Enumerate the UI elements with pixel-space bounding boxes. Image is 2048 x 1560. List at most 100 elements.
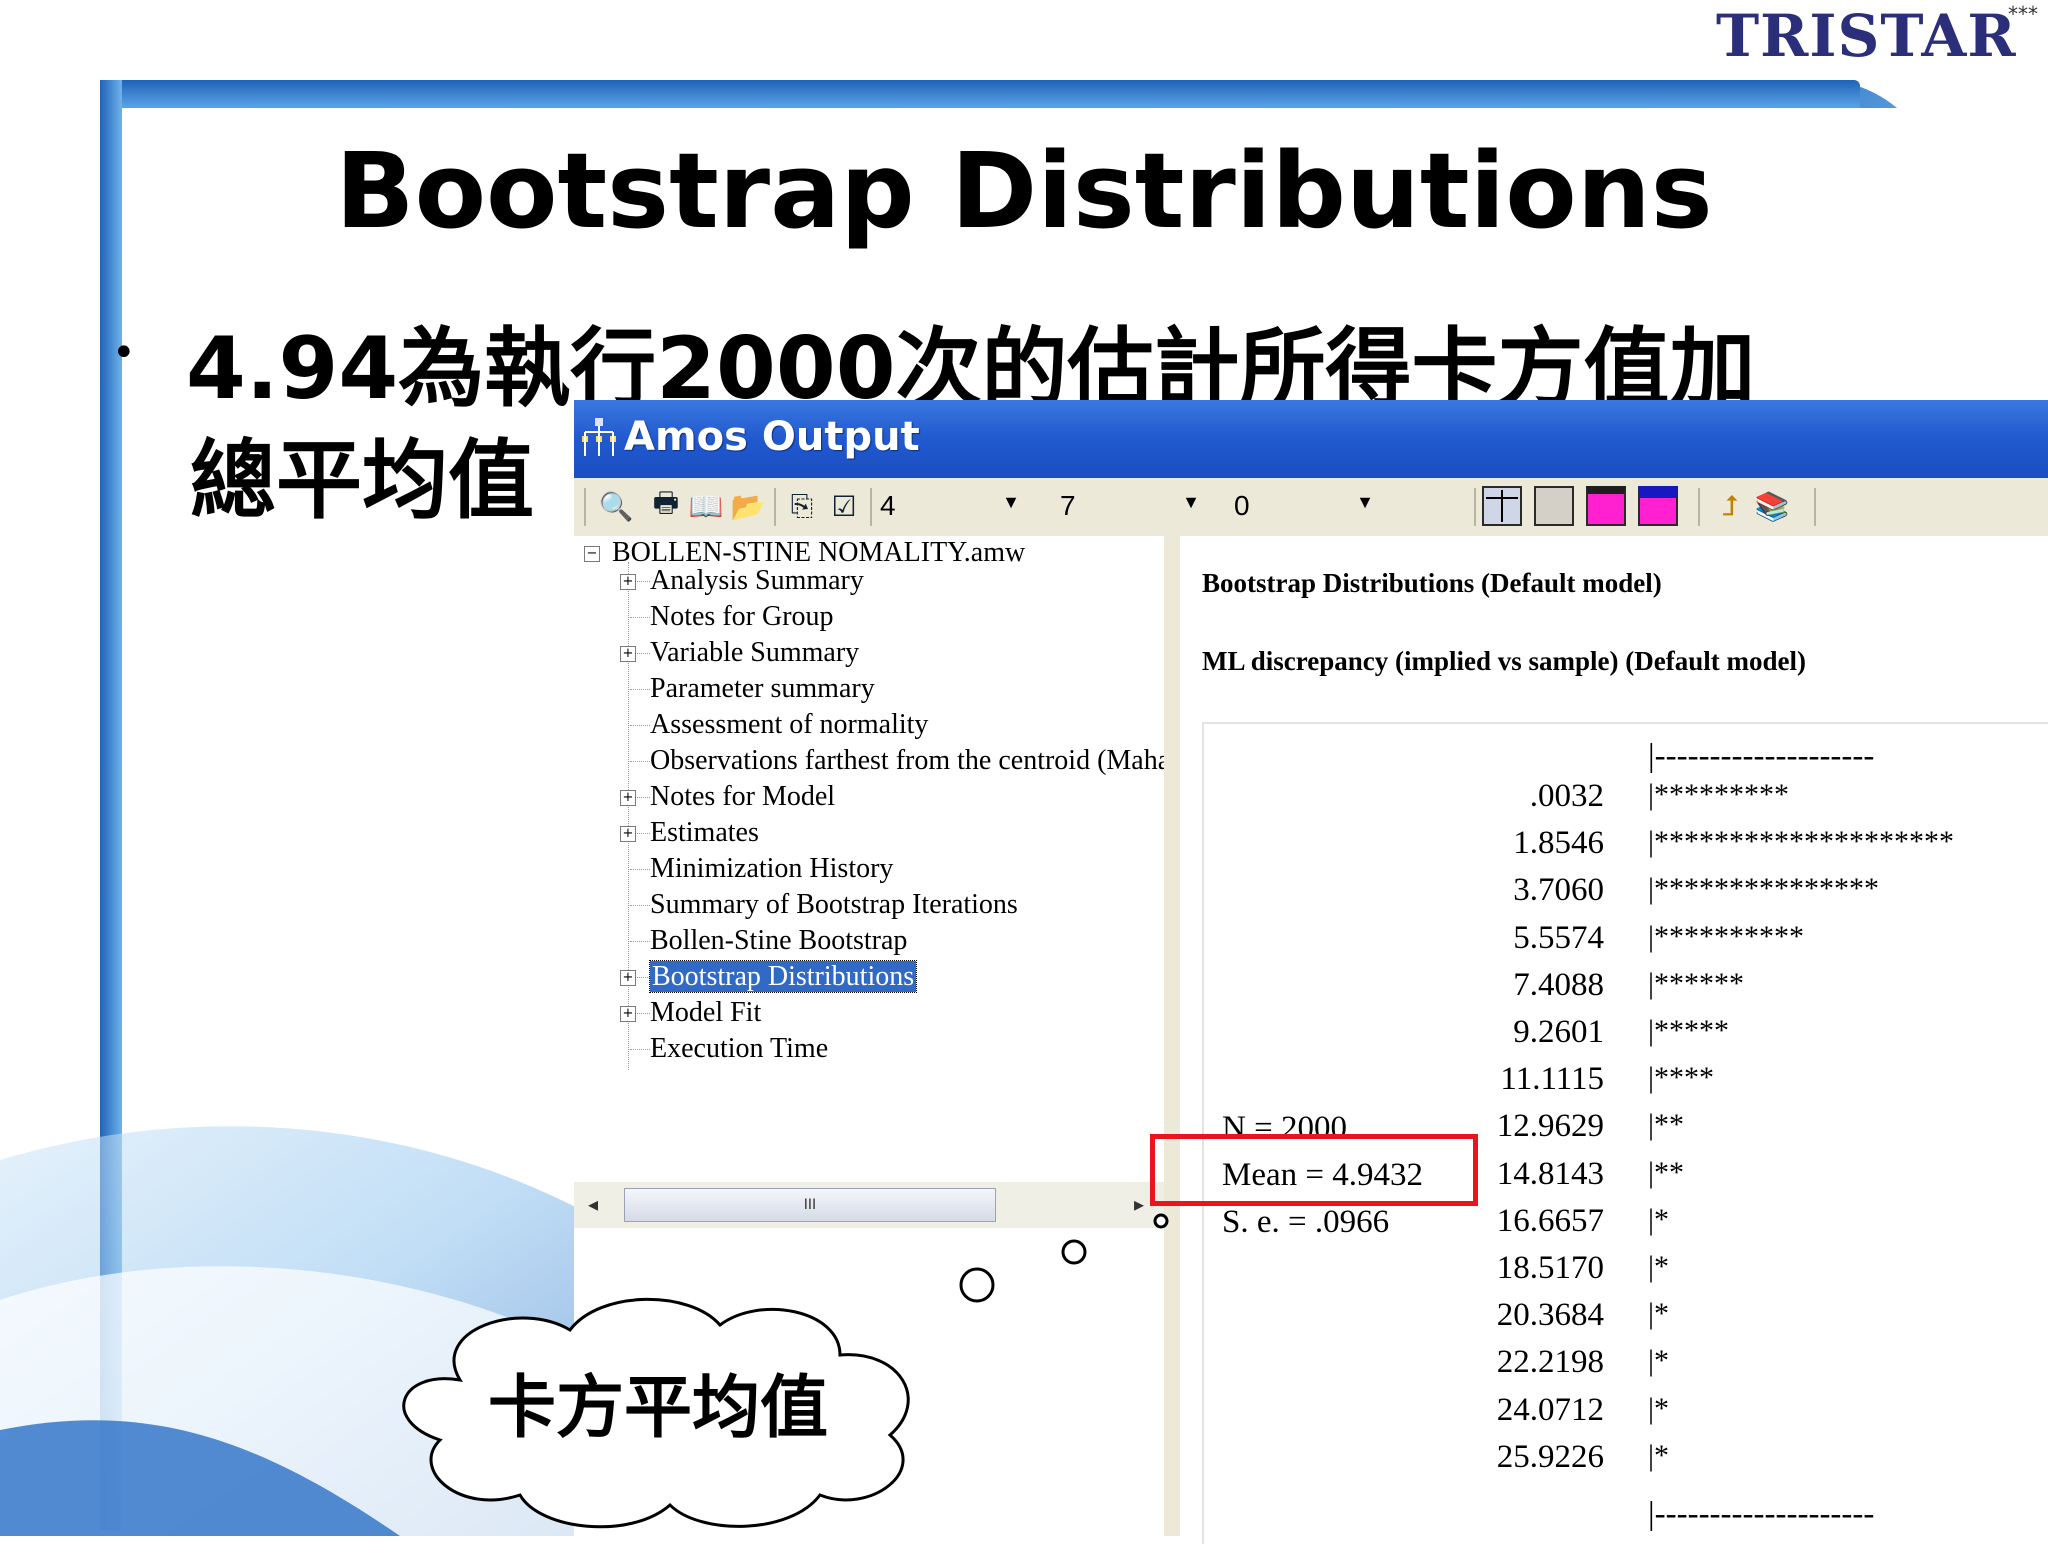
expand-icon[interactable]: + [620, 1006, 636, 1022]
combo-2-value: 7 [1060, 490, 1076, 521]
bullet-icon: • [112, 330, 136, 376]
output-tree: − BOLLEN-STINE NOMALITY.amw + Analysis Su… [574, 536, 1164, 1226]
tree-item[interactable]: Observations farthest from the centroid … [650, 744, 1164, 778]
tree-item[interactable]: Analysis Summary [650, 564, 864, 598]
bin-value: 25.9226 [1496, 1439, 1604, 1475]
tree-connector [630, 1049, 650, 1050]
slide-frame-top [100, 80, 1860, 108]
decimal-combo-1[interactable]: 4 ▼ [880, 486, 1020, 526]
toolbar-separator [774, 488, 776, 526]
panel-splitter[interactable] [1164, 536, 1180, 1536]
tree-item-label: Summary of Bootstrap Iterations [650, 889, 1018, 920]
chevron-down-icon[interactable]: ▼ [1182, 492, 1200, 513]
tree-item-label: Estimates [650, 817, 759, 848]
chevron-down-icon[interactable]: ▼ [1356, 492, 1374, 513]
tree-connector [630, 725, 650, 726]
tree-item-label: Observations farthest from the centroid … [650, 745, 1164, 776]
bin-bar: |* [1648, 1344, 1670, 1377]
expand-icon[interactable]: + [620, 970, 636, 986]
expand-icon[interactable]: + [620, 646, 636, 662]
expand-icon[interactable]: + [620, 574, 636, 590]
histogram-bottom-rule: |-------------------- [1648, 1496, 1875, 1532]
bin-value: 12.9629 [1496, 1108, 1604, 1144]
bin-bar: |** [1648, 1108, 1685, 1141]
toolbar-separator [1814, 488, 1816, 526]
expand-icon[interactable]: + [620, 826, 636, 842]
up-arrow-icon[interactable]: ⮥ [1712, 488, 1748, 524]
tristar-logo: TRISTAR [1716, 2, 2017, 70]
tree-connector [628, 562, 629, 1070]
open-folder-icon[interactable]: 📂 [730, 488, 766, 524]
bin-value: 1.8546 [1513, 825, 1604, 861]
tree-item[interactable]: Variable Summary [650, 636, 859, 670]
tree-item[interactable]: Model Fit [650, 996, 761, 1030]
tree-item[interactable]: Notes for Group [650, 600, 834, 634]
tree-connector [630, 941, 650, 942]
magenta-blue-table-icon[interactable] [1638, 486, 1678, 526]
scroll-thumb[interactable]: III [624, 1188, 996, 1222]
print-preview-icon[interactable]: 🔍 [598, 488, 634, 524]
tree-item[interactable]: Estimates [650, 816, 759, 850]
bin-bar: |*************** [1648, 872, 1880, 905]
combo-3-value: 0 [1234, 490, 1250, 521]
bin-value: .0032 [1529, 778, 1604, 814]
thought-bubbles [959, 1213, 1169, 1303]
print-icon[interactable]: 🖶 [648, 486, 684, 524]
toolbar-separator [870, 488, 872, 526]
tree-item[interactable]: Summary of Bootstrap Iterations [650, 888, 1018, 922]
decimal-combo-2[interactable]: 7 ▼ [1060, 486, 1200, 526]
bin-bar: |****** [1648, 967, 1745, 1000]
amos-tree-icon [582, 418, 616, 456]
output-panel: Bootstrap Distributions (Default model) … [1180, 536, 2048, 1544]
magenta-table-icon[interactable] [1586, 486, 1626, 526]
logo-text: TRISTAR [1716, 2, 2017, 70]
collapse-icon[interactable]: − [584, 546, 600, 562]
scroll-grip: III [803, 1197, 817, 1213]
tree-item[interactable]: Bollen-Stine Bootstrap [650, 924, 907, 958]
tree-item[interactable]: Notes for Model [650, 780, 835, 814]
chevron-down-icon[interactable]: ▼ [1002, 492, 1020, 513]
book-icon[interactable]: 📖 [688, 488, 724, 524]
tree-item-label: Notes for Model [650, 781, 836, 812]
callout-text: 卡方平均值 [488, 1369, 829, 1448]
tree-item[interactable]: Bootstrap Distributions [648, 960, 918, 994]
bin-bar: |********** [1648, 920, 1805, 953]
toolbar: 🔍 🖶 📖 📂 ⎘ ☑ 4 ▼ 7 ▼ 0 ▼ ⮥ 📚 [574, 478, 2048, 537]
output-subheading: ML discrepancy (implied vs sample) (Defa… [1202, 646, 1806, 676]
decimal-combo-3[interactable]: 0 ▼ [1234, 486, 1374, 526]
toolbar-separator [1474, 488, 1476, 526]
bin-bar: |* [1648, 1297, 1670, 1330]
bin-bar: |* [1648, 1439, 1670, 1472]
help-book-icon[interactable]: 📚 [1754, 488, 1790, 524]
bin-value: 14.8143 [1496, 1156, 1604, 1192]
check-icon[interactable]: ☑ [826, 488, 862, 524]
window-title: Amos Output [624, 414, 920, 460]
window-titlebar[interactable]: Amos Output [574, 400, 2048, 478]
mean-highlight-box [1150, 1134, 1478, 1206]
toolbar-separator [1698, 488, 1700, 526]
bin-bar: |***** [1648, 1014, 1730, 1047]
tree-item[interactable]: Minimization History [650, 852, 893, 886]
bin-value: 3.7060 [1513, 872, 1604, 908]
bin-bar: |* [1648, 1392, 1670, 1425]
expand-icon[interactable]: + [620, 790, 636, 806]
tree-item[interactable]: Parameter summary [650, 672, 875, 706]
grid-square-icon[interactable] [1534, 486, 1574, 526]
tree-connector [630, 689, 650, 690]
bin-value: 20.3684 [1496, 1297, 1604, 1333]
tree-connector [630, 869, 650, 870]
bin-value: 11.1115 [1500, 1061, 1604, 1097]
tree-item-label: Minimization History [650, 853, 894, 884]
scroll-left-icon[interactable]: ◂ [588, 1192, 598, 1216]
tree-item-label: Analysis Summary [650, 565, 864, 596]
tree-item-label: Notes for Group [650, 601, 834, 632]
tree-item[interactable]: Execution Time [650, 1032, 828, 1066]
stat-se: S. e. = .0966 [1222, 1204, 1390, 1240]
tree-item[interactable]: Assessment of normality [650, 708, 928, 742]
bullet-text-line2: 總平均值 [190, 431, 534, 531]
tree-connector [630, 905, 650, 906]
copy-icon[interactable]: ⎘ [784, 488, 820, 524]
tree-item-label: Model Fit [650, 997, 762, 1028]
bin-value: 9.2601 [1513, 1014, 1604, 1050]
grid-cross-icon[interactable] [1482, 486, 1522, 526]
